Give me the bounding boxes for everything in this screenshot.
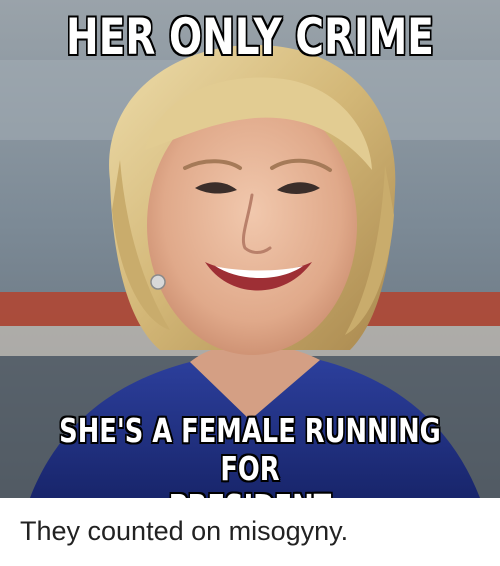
bottom-caption-line-2: PRESIDENT [55,488,445,499]
bottom-caption-line-1: SHE'S A FEMALE RUNNING FOR [59,411,441,488]
meme-image: HER ONLY CRIME SHE'S A FEMALE RUNNING FO… [0,0,500,498]
bottom-caption: SHE'S A FEMALE RUNNING FOR PRESIDENT [55,411,445,499]
top-caption: HER ONLY CRIME [66,8,434,66]
post-caption: They counted on misogyny. [20,516,349,546]
